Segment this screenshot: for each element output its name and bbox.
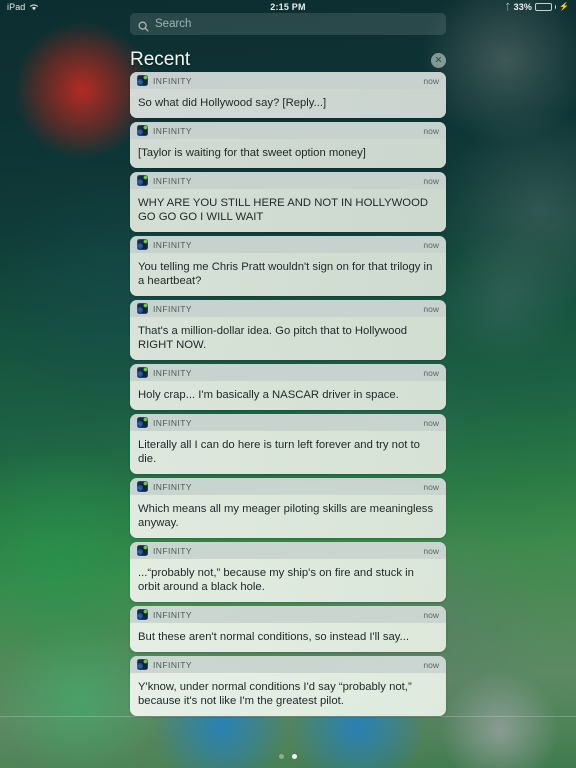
search-field[interactable]: Search [130,13,446,35]
notification-app-name: INFINITY [153,417,193,428]
notification-header: INFINITY now [130,236,446,253]
notification-timestamp: now [423,417,439,428]
notification-card[interactable]: INFINITY now Y'know, under normal conditio… [130,656,446,716]
recent-section-header: Recent [130,48,446,72]
notification-message: That's a million-dollar idea. Go pitch t… [130,317,446,360]
notification-message: WHY ARE YOU STILL HERE AND NOT IN HOLLYW… [130,189,446,232]
page-dot[interactable] [292,754,297,759]
notification-app-name: INFINITY [153,609,193,620]
notification-header: INFINITY now [130,72,446,89]
notification-message: You telling me Chris Pratt wouldn't sign… [130,253,446,296]
notification-card[interactable]: INFINITY now That's a million-dollar idea.… [130,300,446,360]
notification-app-name: INFINITY [153,367,193,378]
notification-header: INFINITY now [130,122,446,139]
status-bar-right: ᛏ 33% ⚡ [505,2,569,12]
notification-header: INFINITY now [130,656,446,673]
notification-app-name: INFINITY [153,75,193,86]
notification-timestamp: now [423,481,439,492]
app-icon [137,239,148,250]
notification-message: But these aren't normal conditions, so i… [130,623,446,652]
notification-timestamp: now [423,545,439,556]
status-bar-clock: 2:15 PM [270,2,306,12]
notification-app-name: INFINITY [153,303,193,314]
app-icon [137,125,148,136]
notification-header: INFINITY now [130,606,446,623]
notification-timestamp: now [423,239,439,250]
bluetooth-icon: ᛏ [505,1,511,12]
lightning-bolt-icon: ⚡ [558,2,569,11]
app-icon [137,659,148,670]
notification-timestamp: now [423,659,439,670]
notification-timestamp: now [423,175,439,186]
page-title: Recent [130,49,191,70]
notification-header: INFINITY now [130,542,446,559]
notification-header: INFINITY now [130,172,446,189]
status-bar: iPad 2:15 PM ᛏ 33% ⚡ [0,0,576,14]
notification-list[interactable]: INFINITY now So what did Hollywood say? [R… [130,72,446,720]
notification-card[interactable]: INFINITY now But these aren't normal condi… [130,606,446,652]
notification-card[interactable]: INFINITY now You telling me Chris Pratt wo… [130,236,446,296]
notification-header: INFINITY now [130,364,446,381]
search-placeholder: Search [155,18,192,30]
notification-timestamp: now [423,303,439,314]
notification-app-name: INFINITY [153,175,193,186]
notification-header: INFINITY now [130,478,446,495]
battery-cap [554,5,556,9]
notification-app-name: INFINITY [153,481,193,492]
notification-timestamp: now [423,125,439,136]
notification-card[interactable]: INFINITY now So what did Hollywood say? [R… [130,72,446,118]
app-icon [137,481,148,492]
page-dot[interactable] [279,754,284,759]
notification-card[interactable]: INFINITY now Literally all I can do here i… [130,414,446,474]
notification-card[interactable]: INFINITY now [Taylor is waiting for that s… [130,122,446,168]
battery-icon [534,3,552,11]
notification-header: INFINITY now [130,300,446,317]
notification-message: Which means all my meager piloting skill… [130,495,446,538]
app-icon [137,609,148,620]
notification-app-name: INFINITY [153,239,193,250]
notification-message: Holy crap... I'm basically a NASCAR driv… [130,381,446,410]
app-icon [137,545,148,556]
app-icon [137,417,148,428]
notification-timestamp: now [423,609,439,620]
notification-card[interactable]: INFINITY now Holy crap... I'm basically a … [130,364,446,410]
close-circle-icon[interactable] [431,52,446,68]
app-icon [137,75,148,86]
notification-card[interactable]: INFINITY now ...“probably not,” because my… [130,542,446,602]
page-indicator-dots [0,754,576,759]
notification-header: INFINITY now [130,414,446,431]
app-icon [137,303,148,314]
notification-app-name: INFINITY [153,545,193,556]
notification-timestamp: now [423,75,439,86]
notification-app-name: INFINITY [153,659,193,670]
notification-message: Y'know, under normal conditions I'd say … [130,673,446,716]
battery-percent-label: 33% [513,2,532,12]
search-icon [138,19,149,32]
app-icon [137,175,148,186]
notification-message: [Taylor is waiting for that sweet option… [130,139,446,168]
notification-app-name: INFINITY [153,125,193,136]
notification-timestamp: now [423,367,439,378]
notification-card[interactable]: INFINITY now WHY ARE YOU STILL HERE AND NO… [130,172,446,232]
notification-card[interactable]: INFINITY now Which means all my meager pil… [130,478,446,538]
notification-message: ...“probably not,” because my ship's on … [130,559,446,602]
notification-message: So what did Hollywood say? [Reply...] [130,89,446,118]
app-icon [137,367,148,378]
notification-message: Literally all I can do here is turn left… [130,431,446,474]
